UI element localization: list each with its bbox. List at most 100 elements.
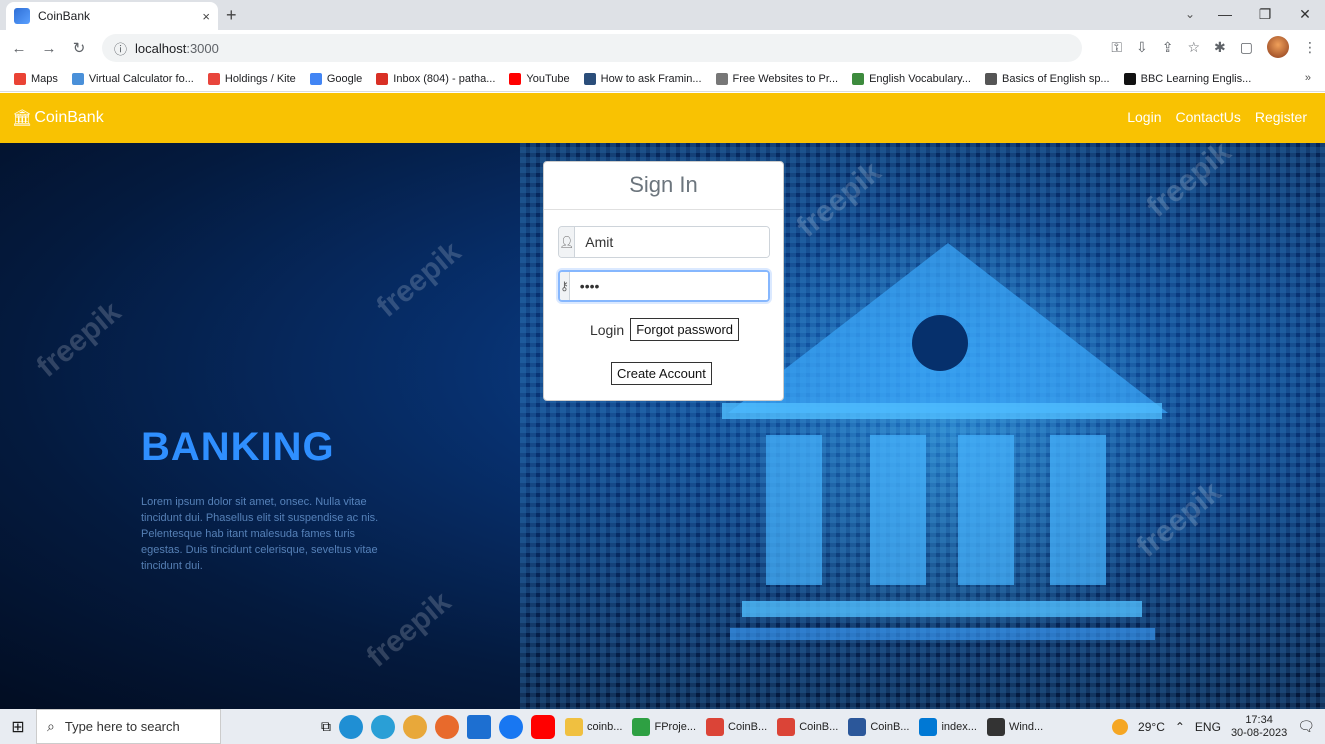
app-label: CoinB... [799,720,839,733]
weather-temp[interactable]: 29°C [1138,720,1165,734]
bookmark-item[interactable]: YouTube [509,72,570,85]
firefox-icon[interactable] [435,714,459,739]
bookmark-item[interactable]: Basics of English sp... [985,72,1110,85]
bookmark-label: Basics of English sp... [1002,72,1110,85]
taskbar-app[interactable]: index... [919,717,977,736]
bookmark-item[interactable]: Virtual Calculator fo... [71,72,194,85]
weather-icon [1112,718,1129,735]
bookmark-item[interactable]: How to ask Framin... [583,72,702,85]
bookmark-item[interactable]: Maps [14,72,58,85]
bank-column [766,435,822,585]
create-account-button[interactable]: Create Account [611,362,712,385]
search-icon: ⌕ [47,718,55,734]
chevron-up-icon[interactable]: ⌃ [1175,720,1185,734]
app-label: CoinB... [870,720,910,733]
bookmark-label: Holdings / Kite [224,72,296,85]
taskbar-app[interactable]: CoinB... [848,717,910,736]
bookmark-label: How to ask Framin... [600,72,702,85]
notification-icon[interactable]: 🗨︎ [1297,718,1315,735]
facebook-icon[interactable] [499,714,523,739]
bookmark-label: English Vocabulary... [869,72,971,85]
taskbar-app[interactable]: CoinB... [777,717,839,736]
password-input[interactable] [569,272,768,300]
bookmark-item[interactable]: Holdings / Kite [207,72,296,85]
nav-login-link[interactable]: Login [1127,109,1161,125]
language-indicator[interactable]: ENG [1195,720,1221,734]
window-close-icon[interactable]: ✕ [1285,0,1325,30]
bookmark-label: YouTube [526,72,570,85]
taskbar-app[interactable]: FProje... [632,717,697,736]
app-icon [706,717,725,736]
site-navbar: 🏛 CoinBank Login ContactUs Register [0,93,1325,143]
star-icon[interactable]: ☆ [1187,39,1200,56]
watermark-text: freepik [370,235,468,324]
bank-icon: 🏛 [12,110,33,127]
chrome-icon[interactable] [403,714,427,739]
bookmark-item[interactable]: Google [309,72,362,85]
bank-base-step [730,628,1155,640]
profile-avatar[interactable] [1267,36,1289,58]
brand-link[interactable]: 🏛 CoinBank [12,108,104,128]
bookmark-item[interactable]: BBC Learning Englis... [1123,72,1251,85]
sidepanel-icon[interactable]: ▢ [1240,39,1253,56]
menu-icon[interactable]: ⋮ [1303,39,1317,56]
bookmark-item[interactable]: English Vocabulary... [852,72,971,85]
install-icon[interactable]: ⇩ [1136,39,1148,56]
telegram-icon[interactable] [371,714,395,739]
forgot-password-button[interactable]: Forgot password [630,318,740,341]
bank-roof-circle [912,315,968,371]
bookmark-favicon-icon [852,72,865,85]
extensions-icon[interactable]: ✱ [1214,39,1226,56]
new-tab-button[interactable]: + [226,5,237,26]
youtube-icon[interactable] [531,714,555,739]
clock-date: 30-08-2023 [1230,726,1288,739]
windows-taskbar: ⊞ ⌕ Type here to search ⧉ coinb... FProje… [0,709,1325,744]
minimize-icon[interactable]: — [1205,0,1245,30]
username-group: 👤︎ [558,226,770,258]
forward-icon[interactable]: → [38,40,60,57]
reload-icon[interactable]: ↻ [68,39,90,57]
address-bar: ← → ↻ ⓘ localhost:3000 ⚿ ⇩ ⇪ ☆ ✱ ▢ ⋮ [0,30,1325,66]
system-tray: 29°C ⌃ ENG 17:34 30-08-2023 🗨︎ [1112,709,1315,744]
browser-tab[interactable]: CoinBank × [6,2,218,30]
signin-card: Sign In 👤︎ ⚷ Login Forgot password Creat… [543,161,784,401]
taskbar-app[interactable]: CoinB... [706,717,768,736]
back-icon[interactable]: ← [8,40,30,57]
app-label: FProje... [654,720,697,733]
taskbar-app[interactable]: coinb... [565,717,623,736]
chevron-down-icon[interactable]: ⌄ [1185,7,1195,21]
share-icon[interactable]: ⇪ [1162,39,1174,56]
restore-icon[interactable]: ❐ [1245,0,1285,30]
bookmark-favicon-icon [71,72,84,85]
bookmarks-bar: Maps Virtual Calculator fo... Holdings / K… [0,66,1325,92]
bookmark-item[interactable]: Free Websites to Pr... [715,72,838,85]
clock-time: 17:34 [1245,713,1273,726]
login-button[interactable]: Login [590,322,624,338]
taskbar-search[interactable]: ⌕ Type here to search [36,709,221,744]
brand-name: CoinBank [34,109,104,126]
nav-contact-link[interactable]: ContactUs [1176,109,1241,125]
info-icon[interactable]: ⓘ [114,39,127,58]
bookmark-favicon-icon [509,72,522,85]
signin-title: Sign In [544,162,783,210]
bookmark-item[interactable]: Inbox (804) - patha... [376,72,495,85]
app-icon [919,717,938,736]
close-icon[interactable]: × [202,9,210,24]
key-icon[interactable]: ⚿ [1111,39,1122,56]
url-input[interactable]: ⓘ localhost:3000 [102,34,1082,62]
taskbar-app[interactable]: Wind... [986,717,1043,736]
mail-icon[interactable] [467,714,491,739]
bookmarks-overflow-icon[interactable]: » [1305,72,1311,84]
bookmark-label: Virtual Calculator fo... [88,72,194,85]
clock[interactable]: 17:34 30-08-2023 [1231,714,1287,740]
username-input[interactable] [575,227,769,257]
windows-start-icon[interactable]: ⊞ [0,717,36,737]
task-view-icon[interactable]: ⧉ [321,718,331,735]
hero-body-text: Lorem ipsum dolor sit amet, onsec. Nulla… [141,496,379,572]
key-icon: ⚷ [560,272,570,300]
nav-register-link[interactable]: Register [1255,109,1307,125]
app-label: CoinB... [728,720,768,733]
edge-icon[interactable] [339,714,363,739]
app-label: coinb... [587,720,623,733]
watermark-text: freepik [360,585,458,674]
